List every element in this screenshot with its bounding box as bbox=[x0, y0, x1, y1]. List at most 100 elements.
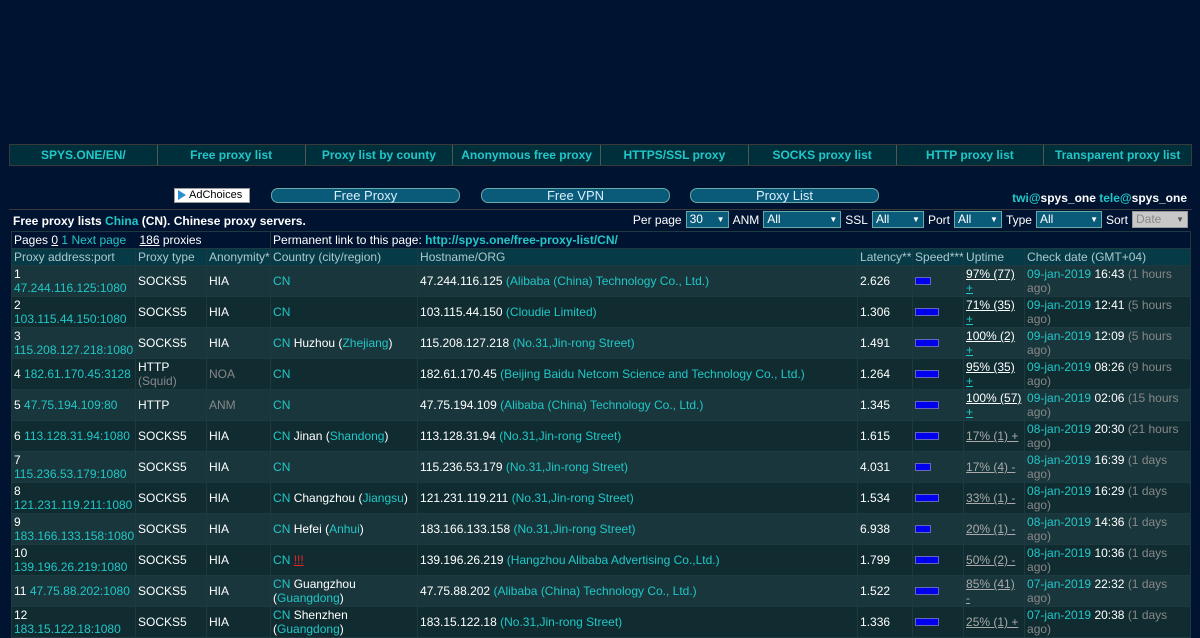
uptime-link[interactable]: 85% (41) - bbox=[966, 577, 1015, 605]
hostname-cell: 47.75.88.202 (Alibaba (China) Technology… bbox=[417, 575, 859, 607]
proxy-address-link[interactable]: 115.208.127.218:1080 bbox=[14, 343, 133, 357]
anm-select[interactable]: All bbox=[763, 211, 842, 228]
check-date-link[interactable]: 09-jan-2019 bbox=[1027, 329, 1091, 343]
country-link[interactable]: CN bbox=[273, 367, 290, 381]
header-type[interactable]: Proxy type bbox=[135, 248, 207, 266]
country-link[interactable]: CN bbox=[273, 553, 290, 567]
page-1-link[interactable]: 1 bbox=[61, 233, 68, 247]
check-date-link[interactable]: 07-jan-2019 bbox=[1027, 577, 1091, 591]
free-vpn-button[interactable]: Free VPN bbox=[481, 188, 670, 203]
proxy-address-link[interactable]: 103.115.44.150:1080 bbox=[14, 312, 127, 326]
check-date-link[interactable]: 08-jan-2019 bbox=[1027, 515, 1091, 529]
country-link[interactable]: CN bbox=[273, 274, 290, 288]
country-link[interactable]: CN bbox=[273, 336, 290, 350]
proxy-address-link[interactable]: 47.244.116.125:1080 bbox=[14, 281, 127, 295]
uptime-link[interactable]: 20% (1) - bbox=[966, 522, 1015, 536]
table-row: 8 121.231.119.211:1080 SOCKS5 HIA CN Changz… bbox=[11, 482, 1192, 514]
region-link[interactable]: Guangdong bbox=[277, 591, 340, 605]
nav-proxy-by-country[interactable]: Proxy list by county bbox=[306, 145, 454, 165]
header-uptime[interactable]: Uptime bbox=[963, 248, 1026, 266]
sort-select[interactable]: Date bbox=[1132, 211, 1188, 228]
uptime-link[interactable]: 17% (1) + bbox=[966, 429, 1018, 443]
uptime-link[interactable]: 50% (2) - bbox=[966, 553, 1015, 567]
uptime-link[interactable]: 95% (35) bbox=[966, 360, 1015, 374]
proxy-address-link[interactable]: 115.236.53.179:1080 bbox=[14, 467, 127, 481]
header-address[interactable]: Proxy address:port bbox=[11, 248, 136, 266]
uptime-link[interactable]: 33% (1) - bbox=[966, 491, 1015, 505]
check-date-link[interactable]: 08-jan-2019 bbox=[1027, 546, 1091, 560]
check-date-link[interactable]: 07-jan-2019 bbox=[1027, 608, 1091, 622]
nav-spys-one[interactable]: SPYS.ONE/EN/ bbox=[10, 145, 158, 165]
proxy-address-link[interactable]: 182.61.170.45:3128 bbox=[24, 367, 131, 381]
header-country[interactable]: Country (city/region) bbox=[270, 248, 419, 266]
header-check-date[interactable]: Check date (GMT+04) bbox=[1024, 248, 1192, 266]
proxy-list-button[interactable]: Proxy List bbox=[690, 188, 879, 203]
country-link[interactable]: CN bbox=[273, 429, 290, 443]
uptime-plus[interactable]: + bbox=[966, 281, 973, 295]
country-cell: CN Huzhou (Zhejiang) bbox=[270, 327, 419, 359]
nav-transparent-proxy[interactable]: Transparent proxy list bbox=[1044, 145, 1191, 165]
check-date-link[interactable]: 09-jan-2019 bbox=[1027, 267, 1091, 281]
proxy-address-link[interactable]: 139.196.26.219:1080 bbox=[14, 560, 127, 574]
check-date-link[interactable]: 08-jan-2019 bbox=[1027, 453, 1091, 467]
port-select[interactable]: All bbox=[953, 211, 1002, 228]
uptime-link[interactable]: 100% (57) bbox=[966, 391, 1021, 405]
nav-free-proxy-list[interactable]: Free proxy list bbox=[158, 145, 306, 165]
telegram-contact[interactable]: tele@spys_one bbox=[1099, 191, 1187, 205]
country-link[interactable]: CN bbox=[273, 608, 290, 622]
region-link[interactable]: Guangdong bbox=[277, 622, 340, 636]
uptime-plus[interactable]: + bbox=[966, 312, 973, 326]
nav-socks-proxy[interactable]: SOCKS proxy list bbox=[749, 145, 897, 165]
latency-cell: 1.345 bbox=[857, 389, 914, 421]
proxy-address-cell: 8 121.231.119.211:1080 bbox=[11, 482, 136, 514]
per-page-select[interactable]: 30 bbox=[685, 211, 729, 228]
next-page-link[interactable]: Next page bbox=[71, 233, 126, 247]
uptime-plus[interactable]: + bbox=[966, 374, 973, 388]
country-link[interactable]: CN bbox=[273, 305, 290, 319]
uptime-link[interactable]: 97% (77) bbox=[966, 267, 1015, 281]
proxy-count[interactable]: 186 bbox=[139, 233, 159, 247]
page-0-link[interactable]: 0 bbox=[51, 233, 58, 247]
type-select[interactable]: All bbox=[1035, 211, 1102, 228]
twitter-contact[interactable]: twi@spys_one bbox=[1012, 191, 1096, 205]
uptime-plus[interactable]: + bbox=[966, 405, 973, 419]
check-date-link[interactable]: 08-jan-2019 bbox=[1027, 422, 1091, 436]
country-link[interactable]: CN bbox=[273, 398, 290, 412]
country-link[interactable]: CN bbox=[273, 522, 290, 536]
check-date-link[interactable]: 09-jan-2019 bbox=[1027, 391, 1091, 405]
free-proxy-button[interactable]: Free Proxy bbox=[271, 188, 460, 203]
adchoices-badge[interactable]: AdChoices bbox=[174, 188, 250, 203]
country-link[interactable]: CN bbox=[273, 491, 290, 505]
header-speed[interactable]: Speed*** bbox=[912, 248, 965, 266]
proxy-address-link[interactable]: 47.75.194.109:80 bbox=[24, 398, 117, 412]
check-date-link[interactable]: 08-jan-2019 bbox=[1027, 484, 1091, 498]
check-date-link[interactable]: 09-jan-2019 bbox=[1027, 360, 1091, 374]
header-anonymity[interactable]: Anonymity* bbox=[205, 248, 272, 266]
region-link[interactable]: Zhejiang bbox=[342, 336, 388, 350]
uptime-link[interactable]: 100% (2) bbox=[966, 329, 1015, 343]
country-link[interactable]: CN bbox=[273, 460, 290, 474]
proxy-address-link[interactable]: 183.166.133.158:1080 bbox=[14, 529, 134, 543]
proxy-address-link[interactable]: 113.128.31.94:1080 bbox=[24, 429, 130, 443]
country-link[interactable]: CN bbox=[273, 577, 290, 591]
nav-http-proxy[interactable]: HTTP proxy list bbox=[897, 145, 1045, 165]
uptime-link[interactable]: 17% (4) - bbox=[966, 460, 1015, 474]
uptime-plus[interactable]: + bbox=[966, 343, 973, 357]
nav-anonymous-proxy[interactable]: Anonymous free proxy bbox=[453, 145, 601, 165]
header-latency[interactable]: Latency** bbox=[857, 248, 914, 266]
uptime-link[interactable]: 25% (1) + bbox=[966, 615, 1018, 629]
hostname-cell: 139.196.26.219 (Hangzhou Alibaba Adverti… bbox=[417, 544, 859, 576]
proxy-address-link[interactable]: 121.231.119.211:1080 bbox=[14, 498, 132, 512]
nav-https-ssl-proxy[interactable]: HTTPS/SSL proxy bbox=[601, 145, 749, 165]
ssl-select[interactable]: All bbox=[871, 211, 924, 228]
header-hostname[interactable]: Hostname/ORG bbox=[417, 248, 859, 266]
proxy-address-link[interactable]: 183.15.122.18:1080 bbox=[14, 622, 121, 636]
region-link[interactable]: Jiangsu bbox=[362, 491, 403, 505]
check-date-link[interactable]: 09-jan-2019 bbox=[1027, 298, 1091, 312]
uptime-link[interactable]: 71% (35) bbox=[966, 298, 1015, 312]
table-row: 7 115.236.53.179:1080 SOCKS5 HIA CN 115.236.… bbox=[11, 451, 1192, 483]
region-link[interactable]: Anhui bbox=[329, 522, 360, 536]
region-link[interactable]: Shandong bbox=[330, 429, 385, 443]
permalink-url[interactable]: http://spys.one/free-proxy-list/CN/ bbox=[425, 233, 618, 247]
proxy-address-link[interactable]: 47.75.88.202:1080 bbox=[30, 584, 130, 598]
